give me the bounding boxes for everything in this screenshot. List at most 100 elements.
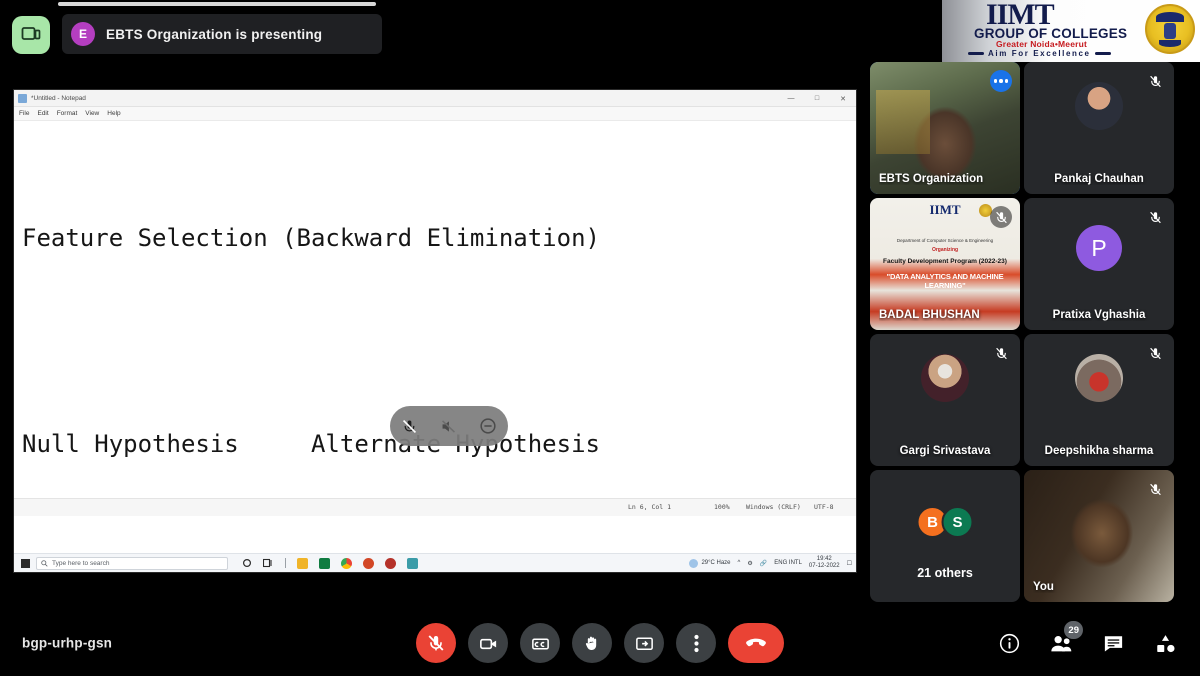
mic-muted-icon [990, 206, 1012, 228]
powerpoint-icon[interactable] [363, 557, 374, 569]
participant-grid: EBTS Organization Pankaj Chauhan IIMT De… [866, 62, 1198, 606]
iimt-tagline: Aim For Excellence [988, 49, 1091, 58]
menu-file[interactable]: File [19, 110, 29, 117]
raise-hand-button[interactable] [572, 623, 612, 663]
app-icon-teal[interactable] [407, 557, 418, 569]
meeting-info-controls: 29 [996, 621, 1178, 656]
meeting-code: bgp-urhp-gsn [22, 635, 113, 651]
end-call-button[interactable] [728, 623, 784, 663]
avatar [1075, 354, 1123, 402]
menu-edit[interactable]: Edit [37, 110, 48, 117]
notepad-status-bar: Ln 6, Col 1 100% Windows (CRLF) UTF-8 [14, 498, 856, 516]
weather-widget[interactable]: 29°C Haze [689, 558, 731, 568]
mic-muted-icon[interactable] [399, 415, 421, 437]
participant-tile-others[interactable]: B S 21 others [870, 470, 1020, 602]
taskbar-clock[interactable]: 19:42 07-12-2022 [809, 556, 840, 571]
chrome-icon[interactable] [341, 557, 352, 569]
minimize-button[interactable]: — [778, 90, 804, 107]
google-meet-window: E EBTS Organization is presenting IIMT G… [0, 0, 1200, 676]
cortana-icon[interactable] [242, 558, 252, 568]
participant-tile-badal-bhushan[interactable]: IIMT Department of Computer Science & En… [870, 198, 1020, 330]
participant-tile-pratixa-vghashia[interactable]: P Pratixa Vghashia [1024, 198, 1174, 330]
participant-row-3: Gargi Srivastava Deepshikha sharma [866, 334, 1198, 466]
top-bar: E EBTS Organization is presenting IIMT G… [0, 0, 1200, 66]
meeting-details-icon[interactable] [996, 630, 1022, 656]
participant-name: Pratixa Vghashia [1052, 309, 1146, 321]
participant-tile-pankaj-chauhan[interactable]: Pankaj Chauhan [1024, 62, 1174, 194]
participant-tile-gargi-srivastava[interactable]: Gargi Srivastava [870, 334, 1020, 466]
clock-time: 19:42 [816, 555, 832, 562]
taskbar-search-placeholder: Type here to search [52, 559, 110, 567]
doc-line-title: Feature Selection (Backward Elimination) [22, 223, 600, 252]
notepad-text-area[interactable]: Feature Selection (Backward Elimination)… [14, 121, 856, 535]
participant-name: EBTS Organization [879, 173, 984, 185]
poster-line-2: Organizing [931, 247, 959, 253]
mic-muted-icon [1144, 478, 1166, 500]
chat-icon[interactable] [1100, 630, 1126, 656]
participant-tile-ebts-organization[interactable]: EBTS Organization [870, 62, 1020, 194]
taskbar-search-input[interactable]: Type here to search [36, 556, 228, 570]
status-encoding: UTF-8 [814, 502, 834, 511]
people-icon[interactable]: 29 [1048, 621, 1083, 656]
call-controls [416, 623, 784, 663]
menu-format[interactable]: Format [57, 110, 78, 117]
participant-name: You [1033, 581, 1054, 593]
tray-expand-icon[interactable]: ^ [738, 560, 741, 566]
taskbar-system-tray: 29°C Haze ^ ⚙ 🔗 ENG INTL 19:42 07-12-202… [689, 556, 852, 571]
weather-text: 29°C Haze [701, 560, 731, 566]
file-explorer-icon[interactable] [297, 557, 308, 569]
iimt-branding-overlay: IIMT GROUP OF COLLEGES Greater Noida•Mee… [942, 0, 1200, 62]
camera-button[interactable] [468, 623, 508, 663]
avatar [1075, 82, 1123, 130]
mic-muted-icon [1144, 70, 1166, 92]
windows-taskbar: Type here to search 29°C Haze ^ ⚙ 🔗 ENG … [14, 553, 856, 572]
more-options-button[interactable] [676, 623, 716, 663]
participant-name: Deepshikha sharma [1044, 445, 1154, 457]
participant-name: Gargi Srivastava [899, 445, 991, 457]
participant-tile-deepshikha-sharma[interactable]: Deepshikha sharma [1024, 334, 1174, 466]
activities-icon[interactable] [1152, 630, 1178, 656]
notification-center-icon[interactable]: ☐ [847, 560, 852, 567]
menu-view[interactable]: View [85, 110, 99, 117]
present-screen-button[interactable] [624, 623, 664, 663]
captions-button[interactable] [520, 623, 560, 663]
more-options-icon[interactable] [990, 70, 1012, 92]
app-icon-red[interactable] [385, 557, 396, 569]
maximize-button[interactable]: □ [804, 90, 830, 107]
stop-presenting-icon[interactable] [477, 415, 499, 437]
taskbar-app-icons [242, 557, 418, 569]
participant-row-1: EBTS Organization Pankaj Chauhan [866, 62, 1198, 194]
close-button[interactable]: ✕ [830, 90, 856, 107]
poster-line-3: Faculty Development Program (2022-23) [883, 258, 1007, 265]
window-controls: — □ ✕ [778, 90, 856, 107]
tray-network-icon[interactable]: 🔗 [760, 560, 767, 567]
notepad-window-title: *Untitled - Notepad [31, 94, 86, 102]
shared-screen-notepad[interactable]: *Untitled - Notepad — □ ✕ File Edit Form… [14, 90, 856, 572]
status-line-ending: Windows (CRLF) [746, 502, 801, 511]
mic-muted-icon [1144, 342, 1166, 364]
participant-name: BADAL BHUSHAN [879, 309, 980, 321]
iimt-locations: Greater Noida•Meerut [996, 39, 1088, 49]
language-indicator[interactable]: ENG INTL [774, 560, 802, 566]
participant-count-badge: 29 [1064, 621, 1083, 639]
menu-help[interactable]: Help [107, 110, 120, 117]
presentation-floating-toolbar[interactable] [390, 406, 508, 446]
excel-icon[interactable] [319, 557, 330, 569]
windows-start-icon[interactable] [14, 558, 36, 568]
participant-tile-you[interactable]: You [1024, 470, 1174, 602]
speaker-muted-icon[interactable] [438, 415, 460, 437]
participant-row-4: B S 21 others You [866, 470, 1198, 602]
status-zoom: 100% [714, 502, 730, 511]
tray-settings-icon[interactable]: ⚙ [747, 560, 752, 567]
bottom-control-bar: bgp-urhp-gsn 29 [0, 610, 1200, 676]
mic-muted-icon [1144, 206, 1166, 228]
cast-present-icon[interactable] [12, 16, 50, 54]
others-avatars: B S [916, 506, 974, 538]
presenting-banner[interactable]: E EBTS Organization is presenting [62, 14, 382, 54]
poster-line-4: "DATA ANALYTICS AND MACHINE LEARNING" [886, 272, 1004, 290]
status-position: Ln 6, Col 1 [628, 502, 672, 511]
others-count-label: 21 others [917, 566, 973, 580]
microphone-off-button[interactable] [416, 623, 456, 663]
participant-name: Pankaj Chauhan [1054, 173, 1144, 185]
task-view-icon[interactable] [263, 558, 274, 568]
